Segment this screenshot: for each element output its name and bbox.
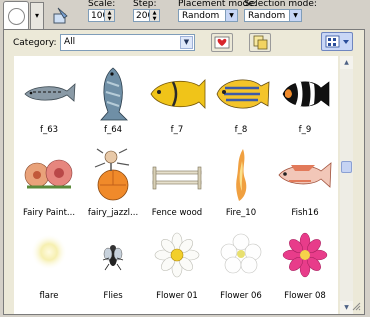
scale-input[interactable]: 100 ▲ ▼ bbox=[88, 9, 115, 22]
fence-icon bbox=[152, 166, 202, 190]
tube-label: f_64 bbox=[103, 125, 123, 135]
tube-label: Fire_10 bbox=[225, 208, 257, 218]
tube-item[interactable]: f_64 bbox=[81, 60, 145, 143]
fly-icon bbox=[102, 245, 124, 271]
circle-icon bbox=[8, 8, 25, 25]
tube-label: Flower 08 bbox=[284, 291, 326, 301]
tube-label: f_8 bbox=[234, 125, 248, 135]
tube-label: f_9 bbox=[298, 125, 312, 135]
flare-icon bbox=[31, 234, 67, 270]
category-value: All bbox=[64, 37, 76, 47]
category-select[interactable]: All ▼ bbox=[60, 34, 195, 51]
copy-icon bbox=[253, 35, 268, 50]
selection-mode-value: Random bbox=[248, 11, 286, 21]
flowers-icon bbox=[24, 159, 73, 189]
fish-icon bbox=[216, 79, 270, 109]
tube-label: Flower 06 bbox=[220, 291, 262, 301]
fish-icon bbox=[24, 83, 76, 102]
tube-label: Fish16 bbox=[291, 208, 319, 218]
chevron-down-icon[interactable]: ▼ bbox=[289, 10, 301, 21]
picture-tube-picker: Category: All ▼ f_63 f_64 f_7 f_8 f_9 Fa… bbox=[3, 29, 365, 315]
heart-icon bbox=[214, 36, 230, 49]
placement-mode-select[interactable]: Random ▼ bbox=[178, 9, 238, 22]
tube-thumbnail-grid: f_63 f_64 f_7 f_8 f_9 Fairy Paint... fai… bbox=[14, 56, 338, 314]
step-input[interactable]: 200 ▲ ▼ bbox=[133, 9, 160, 22]
picture-tube-icon[interactable] bbox=[52, 6, 70, 26]
tube-item[interactable]: fairy_jazzl... bbox=[81, 143, 145, 226]
scrollbar-thumb[interactable] bbox=[341, 161, 352, 173]
tube-label: flare bbox=[39, 291, 59, 301]
tube-item[interactable]: Flower 01 bbox=[145, 226, 209, 309]
tube-item[interactable]: f_9 bbox=[273, 60, 337, 143]
step-spinner[interactable]: ▲ ▼ bbox=[149, 10, 159, 22]
placement-mode-value: Random bbox=[182, 11, 220, 21]
selection-mode-label: Selection mode: bbox=[244, 0, 317, 9]
view-options-button[interactable] bbox=[321, 32, 353, 51]
flower-icon bbox=[220, 233, 262, 274]
flower-icon bbox=[154, 232, 200, 278]
resize-grip-icon[interactable] bbox=[351, 301, 361, 311]
tube-label: f_63 bbox=[39, 125, 59, 135]
step-label: Step: bbox=[133, 0, 157, 9]
view-icon bbox=[325, 35, 349, 48]
fish-icon bbox=[282, 81, 330, 107]
tube-item[interactable]: Fairy Paint... bbox=[17, 143, 81, 226]
category-label: Category: bbox=[13, 38, 57, 48]
tube-item[interactable]: Flower 08 bbox=[273, 226, 337, 309]
chevron-down-icon[interactable]: ▼ bbox=[180, 36, 193, 49]
tube-item[interactable]: Fire_10 bbox=[209, 143, 273, 226]
tube-item[interactable]: flare bbox=[17, 226, 81, 309]
scale-spinner[interactable]: ▲ ▼ bbox=[104, 10, 114, 22]
add-to-favorites-button[interactable] bbox=[211, 33, 233, 52]
tube-label: f_7 bbox=[170, 125, 184, 135]
tube-label: fairy_jazzl... bbox=[87, 208, 139, 218]
copy-button[interactable] bbox=[249, 33, 271, 52]
fish-icon bbox=[150, 79, 206, 109]
selection-mode-select[interactable]: Random ▼ bbox=[244, 9, 302, 22]
tube-item[interactable]: f_63 bbox=[17, 60, 81, 143]
tube-item[interactable]: Flies bbox=[81, 226, 145, 309]
tube-label: Flower 01 bbox=[156, 291, 198, 301]
brush-preview[interactable] bbox=[3, 1, 29, 31]
tube-item[interactable]: f_7 bbox=[145, 60, 209, 143]
fish-icon bbox=[100, 67, 128, 121]
fairy-icon bbox=[94, 148, 130, 201]
scroll-up-icon[interactable]: ▲ bbox=[340, 56, 353, 69]
brush-dropdown-button[interactable]: ▾ bbox=[30, 2, 44, 30]
tube-item[interactable]: Fence wood bbox=[145, 143, 209, 226]
flower-icon bbox=[282, 232, 328, 278]
fish-icon bbox=[278, 162, 332, 188]
chevron-down-icon[interactable]: ▼ bbox=[225, 10, 237, 21]
tube-label: Fence wood bbox=[151, 208, 203, 218]
tube-label: Fairy Paint... bbox=[22, 208, 76, 218]
tube-label: Flies bbox=[103, 291, 123, 301]
tube-item[interactable]: f_8 bbox=[209, 60, 273, 143]
tube-item[interactable]: Fish16 bbox=[273, 143, 337, 226]
scale-label: Scale: bbox=[88, 0, 116, 9]
tube-item[interactable]: Flower 06 bbox=[209, 226, 273, 309]
flame-icon bbox=[236, 149, 247, 201]
vertical-scrollbar[interactable]: ▲ ▼ bbox=[340, 56, 353, 314]
